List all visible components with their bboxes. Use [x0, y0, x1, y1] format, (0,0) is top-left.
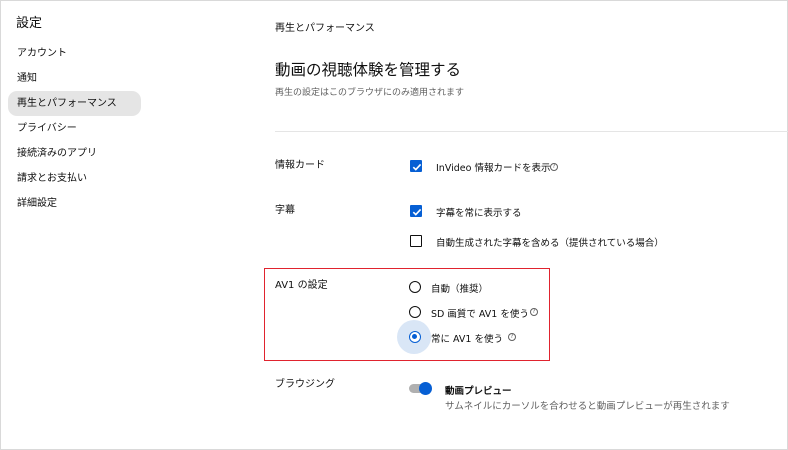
sidebar-item-advanced[interactable]: 詳細設定: [8, 191, 141, 216]
av1-always-label: 常に AV1 を使う: [431, 334, 503, 345]
av1-auto-radio[interactable]: [409, 281, 421, 293]
help-icon[interactable]: ?: [530, 308, 538, 316]
divider: [275, 131, 788, 132]
sidebar-item-billing[interactable]: 請求とお支払い: [8, 166, 141, 191]
help-icon[interactable]: ?: [508, 333, 516, 341]
captions-always-label: 字幕を常に表示する: [436, 208, 522, 219]
help-icon[interactable]: ?: [550, 163, 558, 171]
sidebar-title: 設定: [16, 16, 43, 31]
av1-settings-label: AV1 の設定: [275, 280, 328, 291]
preview-title: 動画プレビュー: [445, 386, 512, 397]
av1-auto-label: 自動（推奨）: [431, 284, 489, 295]
av1-sd-label: SD 画質で AV1 を使う: [431, 309, 529, 320]
av1-always-radio[interactable]: [409, 331, 421, 343]
sidebar-item-playback[interactable]: 再生とパフォーマンス: [8, 91, 141, 116]
preview-toggle-knob[interactable]: [419, 382, 432, 395]
browsing-label: ブラウジング: [275, 379, 335, 390]
captions-auto-label: 自動生成された字幕を含める（提供されている場合）: [436, 238, 664, 249]
sidebar-item-account[interactable]: アカウント: [8, 41, 141, 66]
settings-sidebar: 設定 アカウント 通知 再生とパフォーマンス プライバシー 接続済みのアプリ 請…: [0, 0, 150, 450]
breadcrumb: 再生とパフォーマンス: [275, 23, 375, 34]
page-title: 動画の視聴体験を管理する: [275, 61, 462, 79]
sidebar-item-notifications[interactable]: 通知: [8, 66, 141, 91]
info-cards-checkbox[interactable]: [410, 160, 422, 172]
info-cards-option-label: InVideo 情報カードを表示: [436, 163, 551, 174]
preview-description: サムネイルにカーソルを合わせると動画プレビューが再生されます: [445, 401, 730, 412]
checkmark-icon: [412, 208, 422, 216]
page-subtitle: 再生の設定はこのブラウザにのみ適用されます: [275, 88, 465, 98]
av1-sd-radio[interactable]: [409, 306, 421, 318]
captions-auto-checkbox[interactable]: [410, 235, 422, 247]
captions-label: 字幕: [275, 205, 295, 216]
checkmark-icon: [412, 163, 422, 171]
sidebar-item-connected-apps[interactable]: 接続済みのアプリ: [8, 141, 141, 166]
captions-always-checkbox[interactable]: [410, 205, 422, 217]
sidebar-item-privacy[interactable]: プライバシー: [8, 116, 141, 141]
info-cards-label: 情報カード: [275, 160, 325, 171]
